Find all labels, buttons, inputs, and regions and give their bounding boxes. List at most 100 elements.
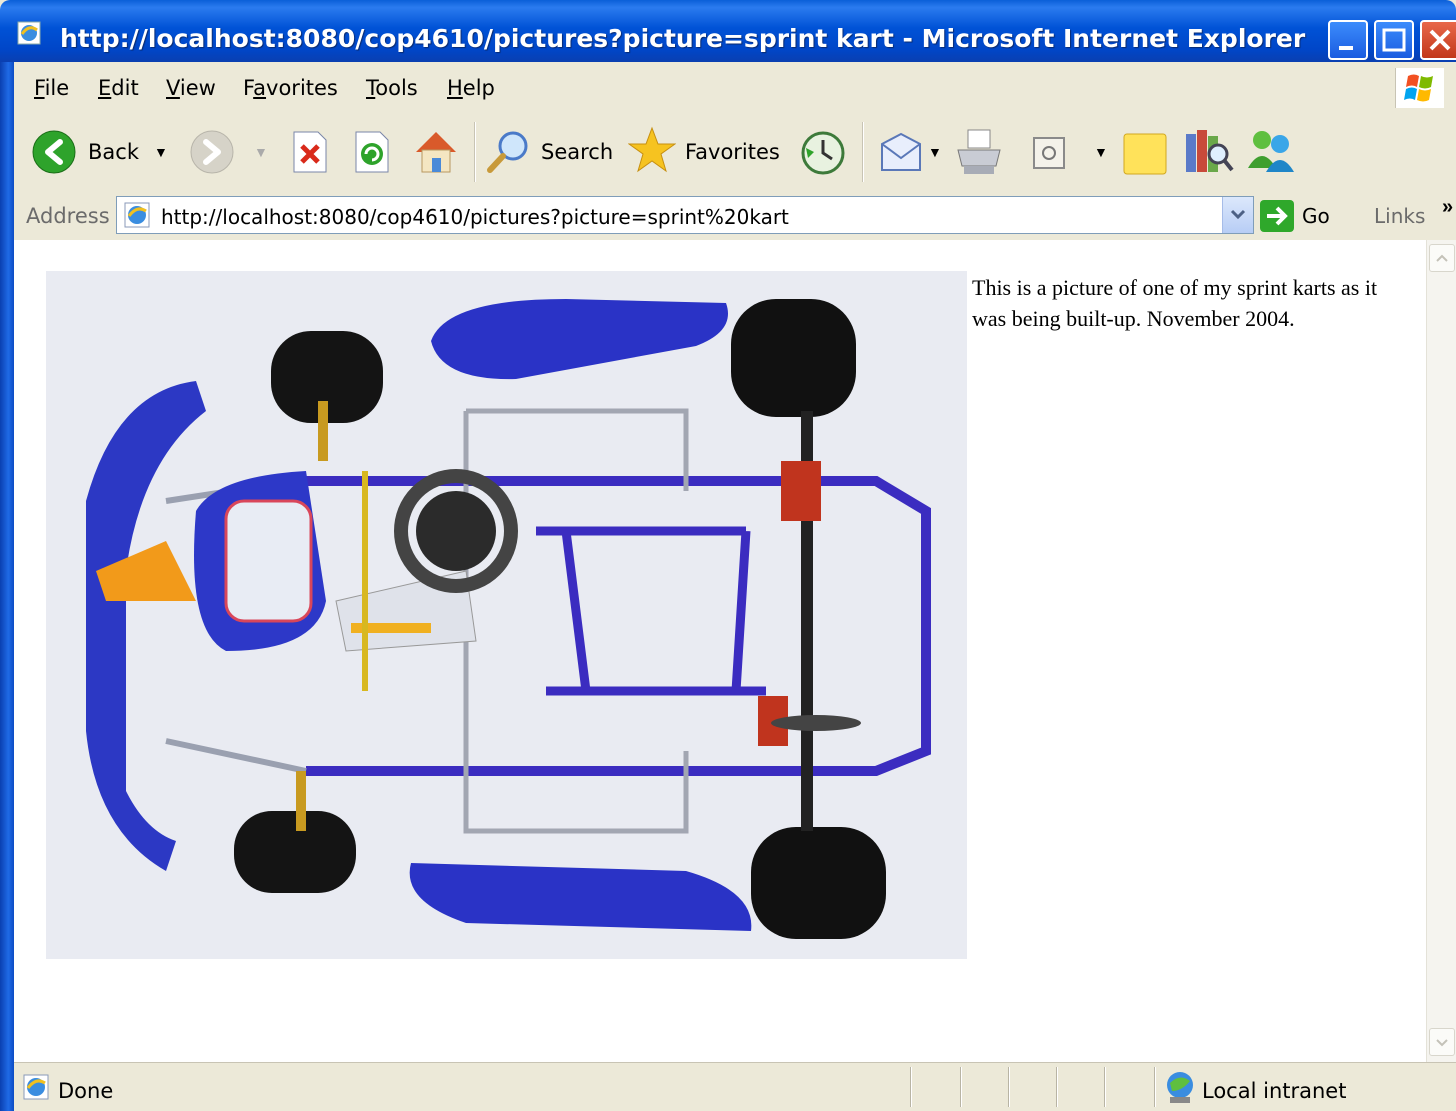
links-label[interactable]: Links <box>1374 204 1425 228</box>
print-button[interactable] <box>954 128 1006 176</box>
menu-view[interactable]: View <box>166 76 216 100</box>
window-frame-left <box>0 62 14 1111</box>
forward-dropdown-icon: ▼ <box>254 144 268 160</box>
search-button[interactable]: Search <box>486 128 616 174</box>
favorites-button[interactable]: Favorites <box>627 126 780 174</box>
address-input[interactable]: http://localhost:8080/cop4610/pictures?p… <box>116 196 1254 234</box>
status-bar: Done Local intranet <box>14 1062 1456 1111</box>
close-icon <box>1429 29 1451 51</box>
security-zone-text: Local intranet <box>1202 1079 1347 1103</box>
status-divider <box>960 1067 962 1107</box>
status-text: Done <box>58 1079 114 1103</box>
menu-favorites-key: a <box>253 76 267 100</box>
home-icon <box>416 132 456 173</box>
menu-view-key: V <box>166 76 180 100</box>
messenger-button[interactable] <box>1244 126 1298 176</box>
favorites-star-icon <box>627 126 677 173</box>
maximize-icon <box>1382 28 1406 52</box>
back-label: Back <box>88 140 139 164</box>
refresh-icon <box>355 131 389 173</box>
history-icon <box>801 131 845 175</box>
page-content: This is a picture of one of my sprint ka… <box>14 240 1426 1062</box>
menu-file-key: F <box>34 76 45 100</box>
close-button[interactable] <box>1420 20 1456 60</box>
address-value: http://localhost:8080/cop4610/pictures?p… <box>161 205 789 229</box>
menu-edit-key: E <box>98 76 112 100</box>
menu-tools-key: T <box>366 76 376 100</box>
window-title: http://localhost:8080/cop4610/pictures?p… <box>60 24 1306 53</box>
go-arrow-icon <box>1267 206 1288 226</box>
discuss-button[interactable] <box>1122 130 1170 176</box>
history-button[interactable] <box>800 130 846 176</box>
chevron-down-icon <box>1230 209 1246 220</box>
sprint-kart-image <box>46 271 967 959</box>
home-button[interactable] <box>412 128 460 174</box>
links-chevron-icon[interactable]: » <box>1442 196 1453 219</box>
standard-toolbar: Back ▼ ▼ Search Favorites ▼ ▼ <box>14 112 1456 193</box>
minimize-button[interactable] <box>1328 20 1368 60</box>
favorites-label: Favorites <box>685 140 780 164</box>
edit-page-icon <box>1033 137 1065 169</box>
mail-dropdown-icon[interactable]: ▼ <box>928 144 942 160</box>
minimize-icon <box>1339 46 1353 50</box>
sticky-note-icon <box>1123 133 1167 175</box>
vertical-scrollbar[interactable] <box>1426 240 1456 1062</box>
edit-dropdown-icon[interactable]: ▼ <box>1094 144 1108 160</box>
back-arrow-icon <box>32 130 76 174</box>
menu-tools[interactable]: Tools <box>366 76 418 100</box>
status-divider <box>1008 1067 1010 1107</box>
menu-file-rest: ile <box>44 76 70 100</box>
forward-arrow-icon <box>190 130 234 174</box>
menu-favorites-rest: vorites <box>266 76 338 100</box>
menu-edit[interactable]: Edit <box>98 76 139 100</box>
research-books-icon <box>1186 130 1234 172</box>
chevron-down-icon <box>1436 1039 1448 1047</box>
menu-tools-rest: ools <box>375 76 418 100</box>
edit-button[interactable]: ▼ <box>1032 136 1112 174</box>
go-label[interactable]: Go <box>1302 204 1330 228</box>
messenger-icon <box>1248 131 1294 172</box>
windows-flag-icon <box>1404 74 1433 102</box>
menu-file[interactable]: File <box>34 76 69 100</box>
ie-page-icon <box>17 21 41 45</box>
menu-help[interactable]: Help <box>447 76 495 100</box>
refresh-button[interactable] <box>352 130 392 174</box>
research-button[interactable] <box>1182 126 1234 176</box>
status-divider <box>910 1067 912 1107</box>
status-divider <box>1056 1067 1058 1107</box>
address-bar: Address http://localhost:8080/cop4610/pi… <box>14 192 1456 241</box>
go-button[interactable] <box>1260 200 1294 232</box>
menu-view-rest: iew <box>179 76 216 100</box>
search-icon <box>487 131 528 173</box>
stop-button[interactable] <box>290 130 330 174</box>
address-dropdown-button[interactable] <box>1222 197 1253 233</box>
status-divider <box>1154 1067 1156 1107</box>
mail-button[interactable]: ▼ <box>878 130 942 176</box>
stop-icon <box>293 131 327 173</box>
picture-caption: This is a picture of one of my sprint ka… <box>972 275 1378 331</box>
done-page-icon <box>23 1074 49 1100</box>
local-intranet-icon <box>1167 1072 1193 1103</box>
scroll-down-button[interactable] <box>1429 1028 1455 1056</box>
menu-help-key: H <box>447 76 463 100</box>
menu-favorites-pre: F <box>243 76 254 100</box>
toolbar-separator-2 <box>862 122 864 182</box>
scroll-up-button[interactable] <box>1429 244 1455 272</box>
search-label: Search <box>541 140 614 164</box>
forward-button[interactable]: ▼ <box>190 130 270 174</box>
menu-favorites[interactable]: Favorites <box>243 76 338 100</box>
menu-bar: File Edit View Favorites Tools Help <box>14 62 1456 113</box>
print-icon <box>957 129 1001 174</box>
title-bar[interactable]: http://localhost:8080/cop4610/pictures?p… <box>0 0 1456 62</box>
chevron-up-icon <box>1436 254 1448 262</box>
menu-edit-rest: dit <box>111 76 139 100</box>
maximize-button[interactable] <box>1374 20 1414 60</box>
page-icon <box>124 202 150 228</box>
status-divider <box>1104 1067 1106 1107</box>
address-label: Address <box>26 204 110 228</box>
back-dropdown-icon[interactable]: ▼ <box>154 144 168 160</box>
back-button[interactable]: Back ▼ <box>32 130 172 174</box>
windows-logo <box>1395 68 1444 108</box>
toolbar-separator <box>474 122 476 182</box>
mail-icon <box>881 132 921 171</box>
